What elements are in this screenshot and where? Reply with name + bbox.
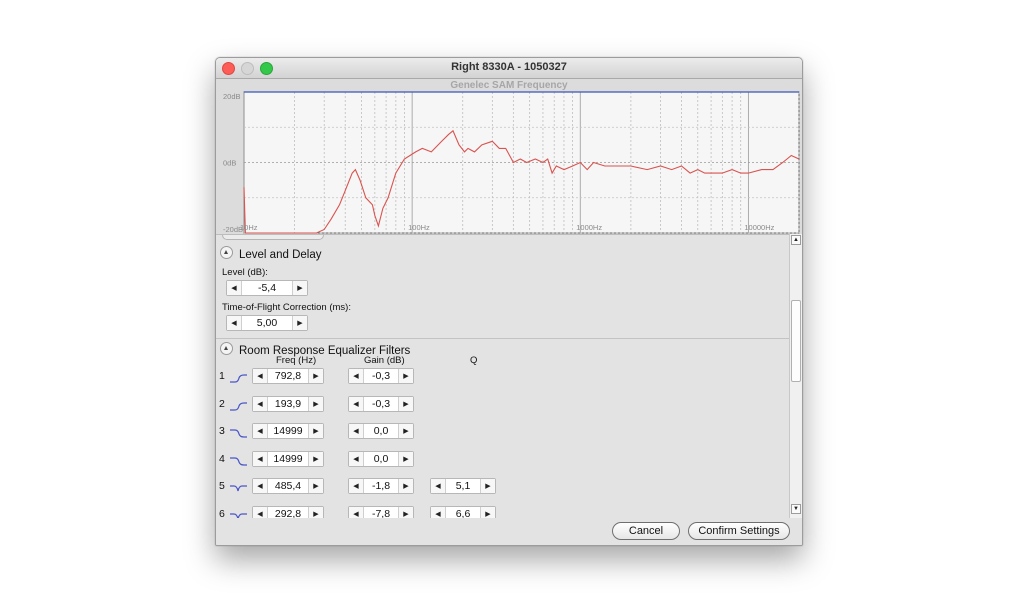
freq-column-header: Freq (Hz)	[276, 355, 317, 366]
increment-arrow-icon[interactable]: ▶	[308, 424, 323, 438]
gain-value[interactable]: 0,0	[364, 424, 398, 438]
y-tick-label: 0dB	[223, 159, 236, 168]
increment-arrow-icon[interactable]: ▶	[398, 424, 413, 438]
filter-number: 1	[219, 370, 225, 382]
freq-stepper[interactable]: ◀ 14999 ▶	[252, 451, 324, 467]
vertical-scrollbar[interactable]: ▲ ▼	[789, 234, 802, 518]
q-value[interactable]: 5,1	[446, 479, 480, 493]
decrement-arrow-icon[interactable]: ◀	[227, 281, 242, 295]
filter-number: 5	[219, 480, 225, 492]
increment-arrow-icon[interactable]: ▶	[398, 452, 413, 466]
settings-scroll-panel: Level and Delay Level (dB): ◀ -5,4 ▶ Tim…	[216, 234, 789, 519]
decrement-arrow-icon[interactable]: ◀	[349, 397, 364, 411]
x-tick-label: 100Hz	[408, 223, 430, 232]
decrement-arrow-icon[interactable]: ◀	[253, 479, 268, 493]
tof-stepper[interactable]: ◀ 5,00 ▶	[226, 315, 308, 331]
filter-number: 4	[219, 453, 225, 465]
increment-arrow-icon[interactable]: ▶	[308, 452, 323, 466]
level-stepper[interactable]: ◀ -5,4 ▶	[226, 280, 308, 296]
filter-number: 3	[219, 425, 225, 437]
decrement-arrow-icon[interactable]: ◀	[349, 424, 364, 438]
freq-stepper[interactable]: ◀ 14999 ▶	[252, 423, 324, 439]
gain-column-header: Gain (dB)	[364, 355, 405, 366]
chart-title: Genelec SAM Frequency	[450, 80, 568, 91]
q-stepper[interactable]: ◀ 5,1 ▶	[430, 478, 496, 494]
low-shelf-icon[interactable]	[229, 399, 248, 417]
level-value[interactable]: -5,4	[242, 281, 292, 295]
freq-stepper[interactable]: ◀ 792,8 ▶	[252, 368, 324, 384]
freq-value[interactable]: 485,4	[268, 479, 308, 493]
gain-stepper[interactable]: ◀ -0,3 ▶	[348, 368, 414, 384]
disclosure-triangle-icon[interactable]	[220, 342, 233, 355]
y-tick-label: 20dB	[223, 92, 241, 101]
decrement-arrow-icon[interactable]: ◀	[253, 452, 268, 466]
decrement-arrow-icon[interactable]: ◀	[253, 369, 268, 383]
filter-number: 2	[219, 398, 225, 410]
freq-value[interactable]: 792,8	[268, 369, 308, 383]
collapsed-section-edge	[222, 235, 324, 240]
increment-arrow-icon[interactable]: ▶	[308, 369, 323, 383]
decrement-arrow-icon[interactable]: ◀	[227, 316, 242, 330]
dialog-footer: Cancel Confirm Settings	[216, 518, 802, 545]
gain-value[interactable]: -0,3	[364, 369, 398, 383]
increment-arrow-icon[interactable]: ▶	[308, 479, 323, 493]
gain-value[interactable]: 0,0	[364, 452, 398, 466]
chart-svg: 20dB0dB-20dB10Hz 100Hz 1000Hz 10000Hz	[223, 91, 800, 234]
high-shelf-icon[interactable]	[229, 426, 248, 444]
increment-arrow-icon[interactable]: ▶	[308, 397, 323, 411]
scroll-up-arrow-icon[interactable]: ▲	[791, 235, 801, 245]
freq-stepper[interactable]: ◀ 485,4 ▶	[252, 478, 324, 494]
scroll-down-arrow-icon[interactable]: ▼	[791, 504, 801, 514]
increment-arrow-icon[interactable]: ▶	[292, 316, 307, 330]
gain-stepper[interactable]: ◀ 0,0 ▶	[348, 451, 414, 467]
gain-value[interactable]: -1,8	[364, 479, 398, 493]
decrement-arrow-icon[interactable]: ◀	[349, 479, 364, 493]
level-delay-title: Level and Delay	[239, 249, 322, 261]
freq-stepper[interactable]: ◀ 193,9 ▶	[252, 396, 324, 412]
increment-arrow-icon[interactable]: ▶	[398, 397, 413, 411]
frequency-response-chart: 20dB 0dB -20dB 10Hz 100Hz 1000Hz 10000Hz Genel…	[216, 79, 802, 255]
increment-arrow-icon[interactable]: ▶	[398, 479, 413, 493]
tof-value[interactable]: 5,00	[242, 316, 292, 330]
tof-label: Time-of-Flight Correction (ms):	[222, 302, 351, 313]
decrement-arrow-icon[interactable]: ◀	[253, 424, 268, 438]
x-tick-label: 1000Hz	[576, 223, 602, 232]
confirm-settings-button[interactable]: Confirm Settings	[688, 522, 790, 540]
settings-window: Right 8330A - 1050327 20dB 0dB -20dB 10Hz 10…	[215, 57, 803, 546]
increment-arrow-icon[interactable]: ▶	[292, 281, 307, 295]
gain-stepper[interactable]: ◀ 0,0 ▶	[348, 423, 414, 439]
title-bar[interactable]: Right 8330A - 1050327	[216, 58, 802, 79]
freq-value[interactable]: 193,9	[268, 397, 308, 411]
decrement-arrow-icon[interactable]: ◀	[349, 369, 364, 383]
notch-icon[interactable]	[229, 481, 248, 499]
freq-value[interactable]: 14999	[268, 424, 308, 438]
window-title: Right 8330A - 1050327	[451, 61, 567, 73]
decrement-arrow-icon[interactable]: ◀	[431, 479, 446, 493]
x-tick-label: 10Hz	[240, 223, 258, 232]
decrement-arrow-icon[interactable]: ◀	[253, 397, 268, 411]
scroll-thumb[interactable]	[791, 300, 801, 382]
q-column-header: Q	[470, 355, 478, 366]
increment-arrow-icon[interactable]: ▶	[480, 479, 495, 493]
disclosure-triangle-icon[interactable]	[220, 246, 233, 259]
gain-value[interactable]: -0,3	[364, 397, 398, 411]
section-divider	[216, 338, 789, 339]
low-shelf-icon[interactable]	[229, 371, 248, 389]
decrement-arrow-icon[interactable]: ◀	[349, 452, 364, 466]
x-tick-label: 10000Hz	[744, 223, 774, 232]
level-delay-header[interactable]: Level and Delay	[220, 246, 321, 261]
high-shelf-icon[interactable]	[229, 454, 248, 472]
level-label: Level (dB):	[222, 267, 268, 278]
gain-stepper[interactable]: ◀ -0,3 ▶	[348, 396, 414, 412]
gain-stepper[interactable]: ◀ -1,8 ▶	[348, 478, 414, 494]
cancel-button[interactable]: Cancel	[612, 522, 680, 540]
freq-value[interactable]: 14999	[268, 452, 308, 466]
increment-arrow-icon[interactable]: ▶	[398, 369, 413, 383]
